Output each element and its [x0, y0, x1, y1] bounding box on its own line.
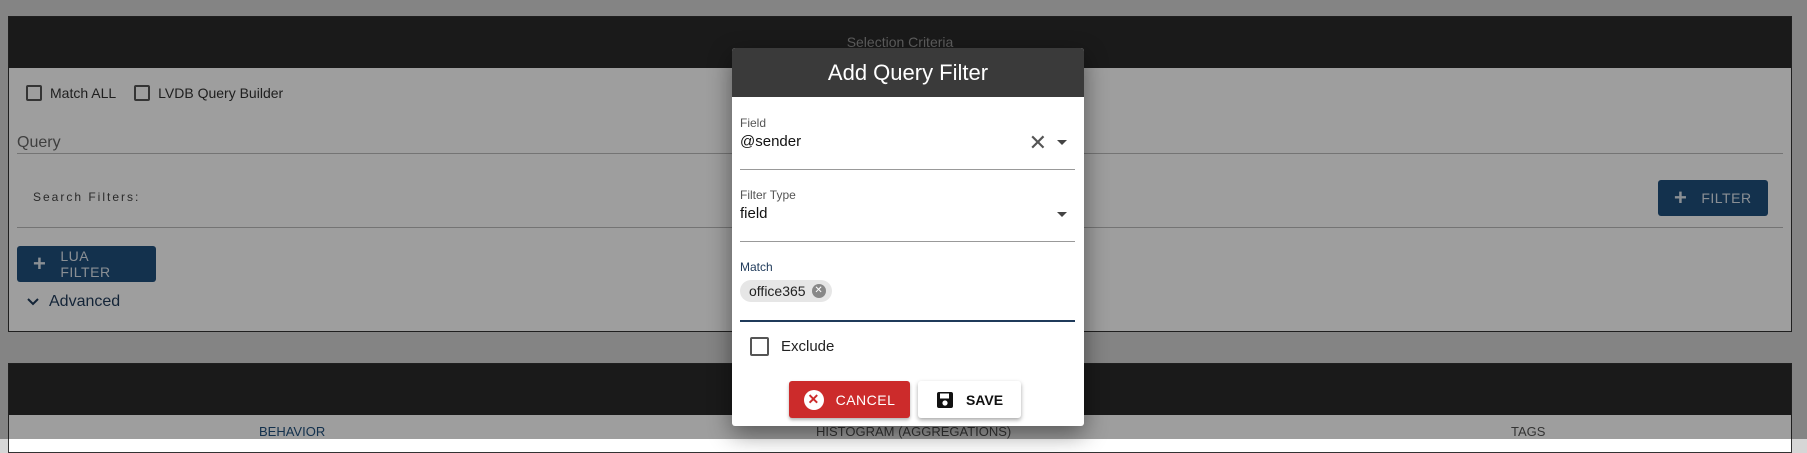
filter-type-label: Filter Type — [740, 188, 796, 202]
filter-type-value: field — [740, 205, 768, 222]
dropdown-arrow-icon[interactable] — [1057, 212, 1067, 217]
clear-icon[interactable]: ✕ — [1029, 132, 1047, 154]
cancel-icon: ✕ — [803, 389, 824, 410]
dropdown-arrow-icon[interactable] — [1057, 140, 1067, 145]
field-underline — [740, 241, 1075, 242]
field-underline — [740, 169, 1075, 170]
save-button[interactable]: SAVE — [918, 381, 1021, 418]
field-label: Field — [740, 116, 767, 130]
filter-type-select[interactable]: Filter Type field — [740, 188, 1075, 242]
add-query-filter-dialog: Add Query Filter Field @sender ✕ Filter … — [732, 48, 1084, 426]
field-select[interactable]: Field @sender ✕ — [740, 116, 1075, 170]
dialog-title: Add Query Filter — [732, 48, 1084, 97]
field-value: @sender — [740, 133, 802, 150]
save-icon — [936, 391, 953, 408]
field-underline-focused — [740, 320, 1075, 322]
match-input[interactable]: Match office365 ✕ — [740, 260, 1075, 322]
exclude-option[interactable]: Exclude — [750, 337, 834, 356]
exclude-checkbox[interactable] — [750, 337, 769, 356]
cancel-button[interactable]: ✕ CANCEL — [789, 381, 910, 418]
save-label: SAVE — [965, 391, 1004, 408]
match-label: Match — [740, 260, 773, 274]
cancel-label: CANCEL — [835, 391, 896, 408]
exclude-label: Exclude — [781, 338, 835, 355]
chip-remove-icon[interactable]: ✕ — [811, 284, 826, 298]
chip-label: office365 — [749, 283, 806, 299]
match-chip: office365 ✕ — [740, 280, 832, 302]
